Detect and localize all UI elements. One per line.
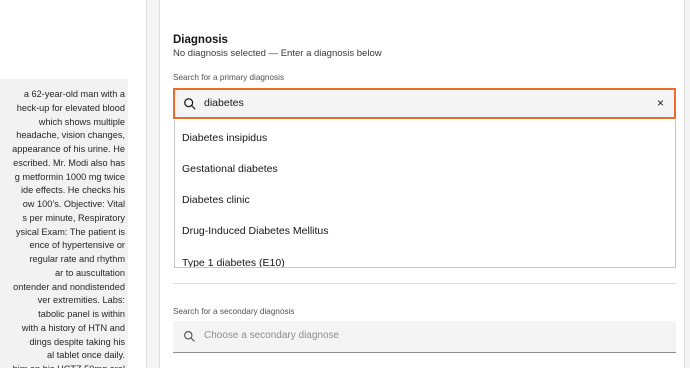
clinical-note-line: al tablet once daily. [47,350,125,361]
clinical-note-text: a 62-year-old man with a heck-up for elev… [0,88,125,368]
secondary-diagnosis-search[interactable]: Choose a secondary diagnose [173,321,676,353]
section-divider [173,283,676,284]
primary-diagnosis-label: Search for a primary diagnosis [173,73,285,82]
suggestion-item[interactable]: Diabetes insipidus [175,123,675,154]
clinical-note-line: g metformin 1000 mg twice [14,171,125,182]
clinical-note-line: heck-up for elevated blood [16,102,125,113]
diagnosis-panel: Diagnosis No diagnosis selected — Enter … [160,0,684,368]
diagnosis-subtitle: No diagnosis selected — Enter a diagnosi… [173,48,382,59]
primary-diagnosis-search[interactable]: diabetes × [173,88,676,119]
clinical-note-line: regular rate and rhythm [29,254,126,264]
clinical-note-line: ow 100’s. Objective: Vital [22,199,125,209]
clinical-note-line: ver extremities. Labs: [37,295,125,306]
suggestion-item[interactable]: Gestational diabetes [175,154,675,185]
clinical-note-line: ysical Exam: The patient is [15,226,125,237]
clinical-note-line: ide effects. He checks his [20,185,125,196]
clinical-note: a 62-year-old man with a heck-up for elev… [0,79,128,368]
suggestion-item[interactable]: Drug-Induced Diabetes Mellitus [175,216,675,247]
clinical-note-line: headache, vision changes, [16,130,125,141]
clinical-note-panel: a 62-year-old man with a heck-up for elev… [0,0,147,368]
primary-diagnosis-input[interactable]: diabetes [204,97,244,109]
clinical-note-line: ontender and nondistended [13,281,125,292]
clinical-note-line: ence of hypertensive or [29,240,125,251]
secondary-diagnosis-label: Search for a secondary diagnosis [173,307,295,316]
secondary-diagnosis-input[interactable]: Choose a secondary diagnose [204,330,339,341]
close-icon[interactable]: × [657,95,664,111]
suggestion-item[interactable]: Diabetes clinic [175,185,675,216]
clinical-note-line: him on his HCTZ 50mg oral [0,363,125,368]
diagnosis-suggestions: Diabetes insipidus Gestational diabetes … [174,120,676,268]
clinical-note-line: with a history of HTN and [21,322,125,333]
clinical-note-line: ar to auscultation [55,267,125,278]
clinical-note-line: appearance of his urine. He [12,144,125,154]
clinical-note-line: dings despite taking his [29,336,125,347]
diagnosis-title: Diagnosis [173,34,228,46]
clinical-note-line: a 62-year-old man with a [23,89,125,99]
panel-divider [147,0,160,368]
search-icon [184,98,196,110]
suggestion-item[interactable]: Type 1 diabetes (E10) [175,248,675,267]
clinical-note-line: s per minute, Respiratory [22,212,125,223]
clinical-note-line: tabolic panel is within [38,309,125,319]
scrollbar[interactable] [684,0,690,368]
search-icon [184,331,195,342]
clinical-note-line: escribed. Mr. Modi also has [13,157,125,168]
clinical-note-line: which shows multiple [38,116,125,127]
